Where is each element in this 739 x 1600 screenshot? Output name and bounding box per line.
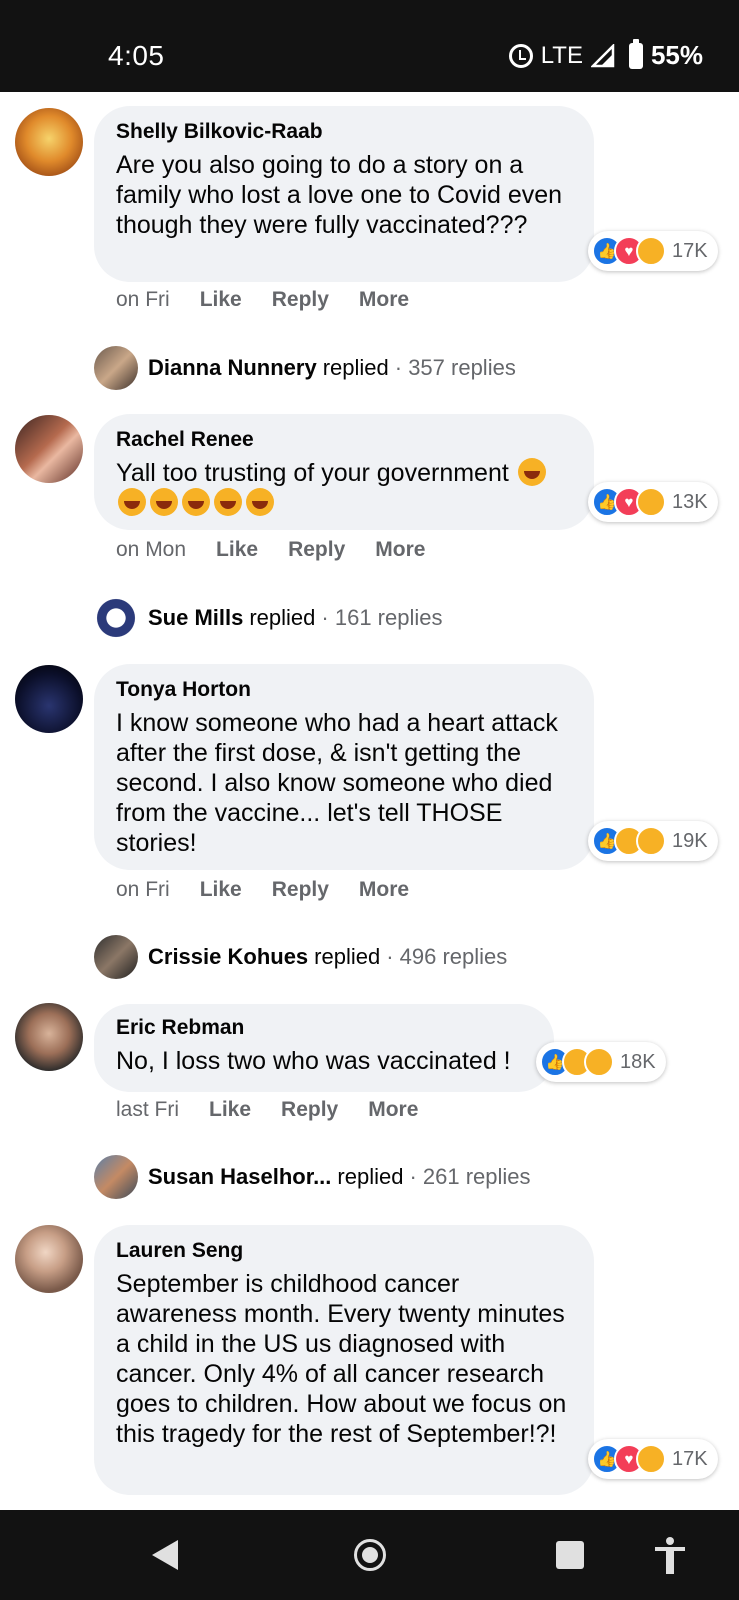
- back-icon[interactable]: [152, 1540, 178, 1570]
- signal-icon: [590, 43, 615, 67]
- comment-bubble[interactable]: Tonya Horton I know someone who had a he…: [94, 664, 594, 870]
- reaction-summary[interactable]: 👍 ♥ 17K: [588, 231, 718, 271]
- avatar[interactable]: [15, 415, 83, 483]
- comment-actions: on Fri Like Reply More: [116, 288, 439, 312]
- laughing-emoji-icon: [150, 488, 178, 516]
- system-nav-bar: [0, 1510, 739, 1600]
- reply-verb: replied: [322, 355, 389, 380]
- comment-text: Yall too trusting of your government: [116, 458, 572, 518]
- accessibility-icon[interactable]: [652, 1536, 688, 1576]
- like-button[interactable]: Like: [209, 1098, 251, 1122]
- comment-author[interactable]: Eric Rebman: [116, 1016, 532, 1040]
- care-reaction-icon: [636, 236, 666, 266]
- haha-reaction-icon: [636, 487, 666, 517]
- comment-text-content: Yall too trusting of your government: [116, 459, 509, 487]
- reply-button[interactable]: Reply: [272, 288, 329, 312]
- reply-author: Susan Haselhor...: [148, 1164, 332, 1189]
- comment-text: No, I loss two who was vaccinated !: [116, 1047, 511, 1075]
- comment-time[interactable]: on Fri: [116, 878, 170, 902]
- comment-text: I know someone who had a heart attack af…: [116, 709, 558, 857]
- reply-verb: replied: [337, 1164, 404, 1189]
- reply-author: Crissie Kohues: [148, 944, 309, 969]
- laughing-emoji-icon: [246, 488, 274, 516]
- reaction-count: 18K: [620, 1050, 656, 1073]
- like-button[interactable]: Like: [216, 538, 258, 562]
- comment-bubble[interactable]: Eric Rebman No, I loss two who was vacci…: [94, 1004, 554, 1092]
- care-reaction-icon: [584, 1047, 614, 1077]
- comment-author[interactable]: Rachel Renee: [116, 428, 572, 452]
- laughing-emoji-icon: [517, 458, 546, 486]
- care-reaction-icon: [636, 1444, 666, 1474]
- reaction-summary[interactable]: 👍 18K: [536, 1042, 666, 1082]
- reply-avatar: [94, 596, 138, 640]
- reply-verb: replied: [314, 944, 381, 969]
- sad-reaction-icon: [636, 826, 666, 856]
- reply-button[interactable]: Reply: [272, 878, 329, 902]
- view-replies-link[interactable]: Sue Mills replied · 161 replies: [94, 596, 442, 640]
- comment-author[interactable]: Tonya Horton: [116, 678, 572, 702]
- reply-count: · 357 replies: [394, 355, 516, 380]
- comment-actions: last Fri Like Reply More: [116, 1098, 448, 1122]
- comment-time[interactable]: on Fri: [116, 288, 170, 312]
- more-button[interactable]: More: [359, 288, 409, 312]
- reply-avatar: [94, 346, 138, 390]
- home-icon[interactable]: [354, 1539, 386, 1571]
- reply-count: · 161 replies: [321, 605, 443, 630]
- reply-avatar: [94, 935, 138, 979]
- battery-level: 55%: [650, 40, 703, 70]
- more-button[interactable]: More: [375, 538, 425, 562]
- reaction-summary[interactable]: 👍 19K: [588, 821, 718, 861]
- like-button[interactable]: Like: [200, 878, 242, 902]
- battery-icon: [628, 38, 643, 69]
- avatar[interactable]: [15, 1003, 83, 1071]
- comment-author[interactable]: Shelly Bilkovic-Raab: [116, 120, 572, 144]
- status-time: 4:05: [108, 40, 165, 71]
- comment-time[interactable]: last Fri: [116, 1098, 179, 1122]
- more-button[interactable]: More: [359, 878, 409, 902]
- reaction-count: 13K: [672, 490, 708, 513]
- reaction-count: 19K: [672, 829, 708, 852]
- reply-verb: replied: [249, 605, 316, 630]
- avatar[interactable]: [15, 108, 83, 176]
- reply-button[interactable]: Reply: [281, 1098, 338, 1122]
- reply-count: · 496 replies: [386, 944, 508, 969]
- status-bar: 4:05 LTE 55%: [0, 0, 739, 92]
- comment-text: Are you also going to do a story on a fa…: [116, 151, 563, 239]
- reply-author: Dianna Nunnery: [148, 355, 317, 380]
- comment-actions: on Mon Like Reply More: [116, 538, 455, 562]
- comment-time[interactable]: on Mon: [116, 538, 186, 562]
- reaction-summary[interactable]: 👍 ♥ 13K: [588, 482, 718, 522]
- reaction-count: 17K: [672, 239, 708, 262]
- status-icons: LTE 55%: [508, 38, 703, 71]
- reply-avatar: [94, 1155, 138, 1199]
- comment-bubble[interactable]: Shelly Bilkovic-Raab Are you also going …: [94, 106, 594, 282]
- view-replies-link[interactable]: Dianna Nunnery replied · 357 replies: [94, 346, 516, 390]
- alarm-icon: [508, 43, 533, 68]
- network-label: LTE: [540, 41, 583, 69]
- like-button[interactable]: Like: [200, 288, 242, 312]
- view-replies-link[interactable]: Susan Haselhor... replied · 261 replies: [94, 1155, 531, 1199]
- comment-bubble[interactable]: Rachel Renee Yall too trusting of your g…: [94, 414, 594, 530]
- reaction-count: 17K: [672, 1447, 708, 1470]
- comment-bubble[interactable]: Lauren Seng September is childhood cance…: [94, 1225, 594, 1495]
- reply-button[interactable]: Reply: [288, 538, 345, 562]
- comments-list: Shelly Bilkovic-Raab Are you also going …: [0, 92, 739, 1510]
- reaction-summary[interactable]: 👍 ♥ 17K: [588, 1439, 718, 1479]
- comment-text: September is childhood cancer awareness …: [116, 1270, 567, 1448]
- comment-author[interactable]: Lauren Seng: [116, 1239, 572, 1263]
- laughing-emoji-icon: [118, 488, 146, 516]
- reply-author: Sue Mills: [148, 605, 244, 630]
- laughing-emoji-icon: [214, 488, 242, 516]
- avatar[interactable]: [15, 1225, 83, 1293]
- laughing-emoji-icon: [182, 488, 210, 516]
- recents-icon[interactable]: [556, 1541, 584, 1569]
- reply-count: · 261 replies: [409, 1164, 531, 1189]
- avatar[interactable]: [15, 665, 83, 733]
- view-replies-link[interactable]: Crissie Kohues replied · 496 replies: [94, 935, 507, 979]
- comment-actions: on Fri Like Reply More: [116, 878, 439, 902]
- more-button[interactable]: More: [368, 1098, 418, 1122]
